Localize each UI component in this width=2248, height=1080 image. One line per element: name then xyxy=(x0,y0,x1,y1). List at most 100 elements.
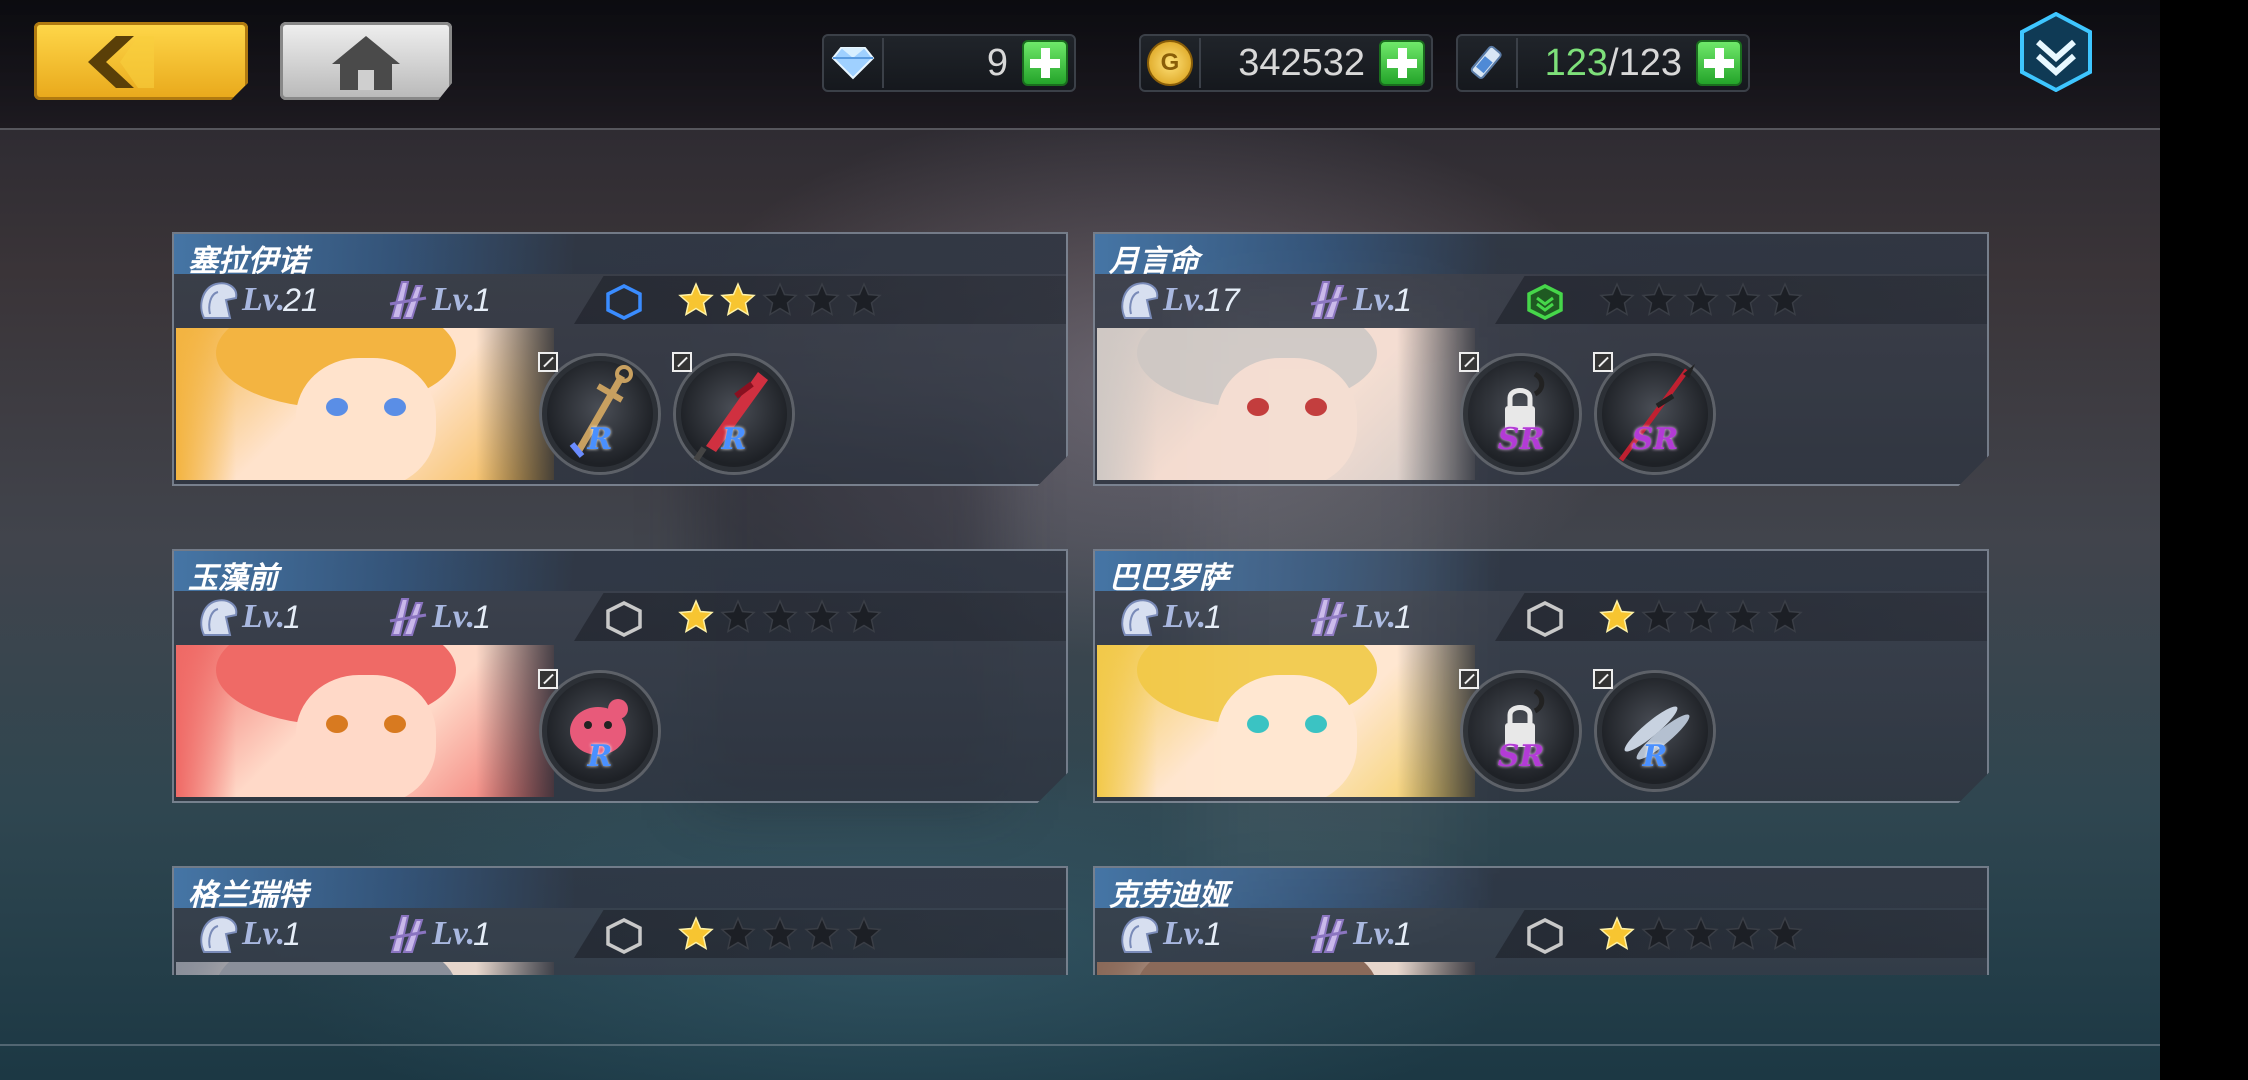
star-empty-icon xyxy=(1767,599,1803,634)
star-empty-icon xyxy=(1683,282,1719,317)
star-empty-icon xyxy=(804,282,840,317)
equipment-badge-icon xyxy=(538,669,558,689)
character-name: 巴巴罗萨 xyxy=(1109,561,1229,596)
level-value: 1 xyxy=(1204,598,1222,635)
star-empty-icon xyxy=(846,916,882,951)
level-label: Lv. xyxy=(1353,915,1397,952)
star-empty-icon xyxy=(720,916,756,951)
weapon-level: Lv. 1 xyxy=(1307,910,1412,958)
character-name: 塞拉伊诺 xyxy=(188,244,308,279)
character-name: 格兰瑞特 xyxy=(188,878,308,913)
equipment-badge-icon xyxy=(1593,352,1613,372)
divider xyxy=(1516,38,1518,88)
add-stamina-button[interactable] xyxy=(1696,40,1742,86)
star-empty-icon xyxy=(720,599,756,634)
chevron-down-icon xyxy=(2020,11,2092,93)
equipment-slot[interactable]: SR xyxy=(1459,352,1579,472)
level-label: Lv. xyxy=(1163,915,1207,952)
star-empty-icon xyxy=(1641,282,1677,317)
character-portrait xyxy=(1097,328,1475,480)
add-diamonds-button[interactable] xyxy=(1022,40,1068,86)
character-portrait xyxy=(176,328,554,480)
star-empty-icon xyxy=(804,599,840,634)
weapon-level-icon xyxy=(1310,281,1348,319)
level-label: Lv. xyxy=(1353,598,1397,635)
star-empty-icon xyxy=(846,282,882,317)
level-value: 1 xyxy=(473,281,491,318)
equipment-slot[interactable]: SR xyxy=(1593,352,1713,472)
add-gold-button[interactable] xyxy=(1379,40,1425,86)
level-label: Lv. xyxy=(432,281,476,318)
equipment-slot[interactable]: R xyxy=(538,669,658,789)
diamond-count: 9 xyxy=(986,42,1008,84)
stamina-max: /123 xyxy=(1608,42,1682,84)
star-rating xyxy=(678,916,882,952)
level-label: Lv. xyxy=(242,915,286,952)
character-name: 玉藻前 xyxy=(188,561,278,596)
rarity-label: SR xyxy=(1497,739,1545,774)
rarity-label: R xyxy=(1642,739,1668,774)
star-filled-icon xyxy=(1599,599,1635,634)
level-label: Lv. xyxy=(242,281,286,318)
back-arrow-icon xyxy=(88,36,154,88)
level-label: Lv. xyxy=(432,915,476,952)
rarity-label: SR xyxy=(1497,422,1545,457)
gold-count: 342532 xyxy=(1238,42,1365,84)
star-empty-icon xyxy=(762,916,798,951)
character-card[interactable]: 格兰瑞特 Lv. 1 Lv. 1 xyxy=(172,866,1068,975)
rarity-label: R xyxy=(587,739,613,774)
star-empty-icon xyxy=(846,599,882,634)
level-label: Lv. xyxy=(1353,281,1397,318)
rank-hexagon-icon xyxy=(606,918,642,954)
star-empty-icon xyxy=(1683,916,1719,951)
character-card[interactable]: 巴巴罗萨 Lv. 1 Lv. 1 SR R xyxy=(1093,549,1989,803)
equipment-badge-icon xyxy=(1459,352,1479,372)
equipment-badge-icon xyxy=(672,352,692,372)
rarity-label: R xyxy=(587,422,613,457)
name-bar: 塞拉伊诺 xyxy=(174,234,1066,279)
home-button[interactable] xyxy=(280,22,452,100)
equipment-badge-icon xyxy=(538,352,558,372)
equipment-slot[interactable]: R xyxy=(538,352,658,472)
level-row: Lv. 1 Lv. 1 xyxy=(174,593,1066,641)
star-rating xyxy=(1599,599,1803,635)
gold-coin-icon: G xyxy=(1147,40,1193,86)
diamond-icon xyxy=(830,40,876,86)
character-level: Lv. 1 xyxy=(1117,910,1222,958)
level-value: 1 xyxy=(1204,915,1222,952)
level-row: Lv. 1 Lv. 1 xyxy=(1095,593,1987,641)
star-filled-icon xyxy=(678,599,714,634)
game-background: 塞拉伊诺 Lv. 21 Lv. 1 R R 月言命 Lv. 17 Lv. 1 S… xyxy=(0,0,2160,1080)
star-empty-icon xyxy=(1767,282,1803,317)
equipment-slot[interactable]: R xyxy=(672,352,792,472)
weapon-level-icon xyxy=(1310,598,1348,636)
star-empty-icon xyxy=(1725,282,1761,317)
character-level-icon xyxy=(200,282,238,319)
character-level: Lv. 21 xyxy=(196,276,319,324)
character-list[interactable]: 塞拉伊诺 Lv. 21 Lv. 1 R R 月言命 Lv. 17 Lv. 1 S… xyxy=(0,0,2160,975)
character-name: 克劳迪娅 xyxy=(1109,878,1229,913)
character-portrait xyxy=(176,645,554,797)
star-empty-icon xyxy=(1767,916,1803,951)
character-level: Lv. 1 xyxy=(196,593,301,641)
weapon-level-icon xyxy=(389,598,427,636)
character-card[interactable]: 克劳迪娅 Lv. 1 Lv. 1 xyxy=(1093,866,1989,975)
collapse-menu-button[interactable] xyxy=(2016,11,2096,93)
star-filled-icon xyxy=(678,282,714,317)
character-card[interactable]: 玉藻前 Lv. 1 Lv. 1 R xyxy=(172,549,1068,803)
level-value: 21 xyxy=(283,281,319,318)
character-level-icon xyxy=(1121,599,1159,636)
back-button[interactable] xyxy=(34,22,248,100)
character-card[interactable]: 塞拉伊诺 Lv. 21 Lv. 1 R R xyxy=(172,232,1068,486)
stamina-current: 123 xyxy=(1544,42,1609,84)
gold-counter: G 342532 xyxy=(1139,34,1433,92)
name-bar: 玉藻前 xyxy=(174,551,1066,596)
equipment-slot[interactable]: SR xyxy=(1459,669,1579,789)
equipment-slot[interactable]: R xyxy=(1593,669,1713,789)
rarity-label: R xyxy=(721,422,747,457)
level-value: 1 xyxy=(473,598,491,635)
character-card[interactable]: 月言命 Lv. 17 Lv. 1 SR SR xyxy=(1093,232,1989,486)
character-level-icon xyxy=(1121,916,1159,953)
star-empty-icon xyxy=(762,282,798,317)
name-bar: 月言命 xyxy=(1095,234,1987,279)
